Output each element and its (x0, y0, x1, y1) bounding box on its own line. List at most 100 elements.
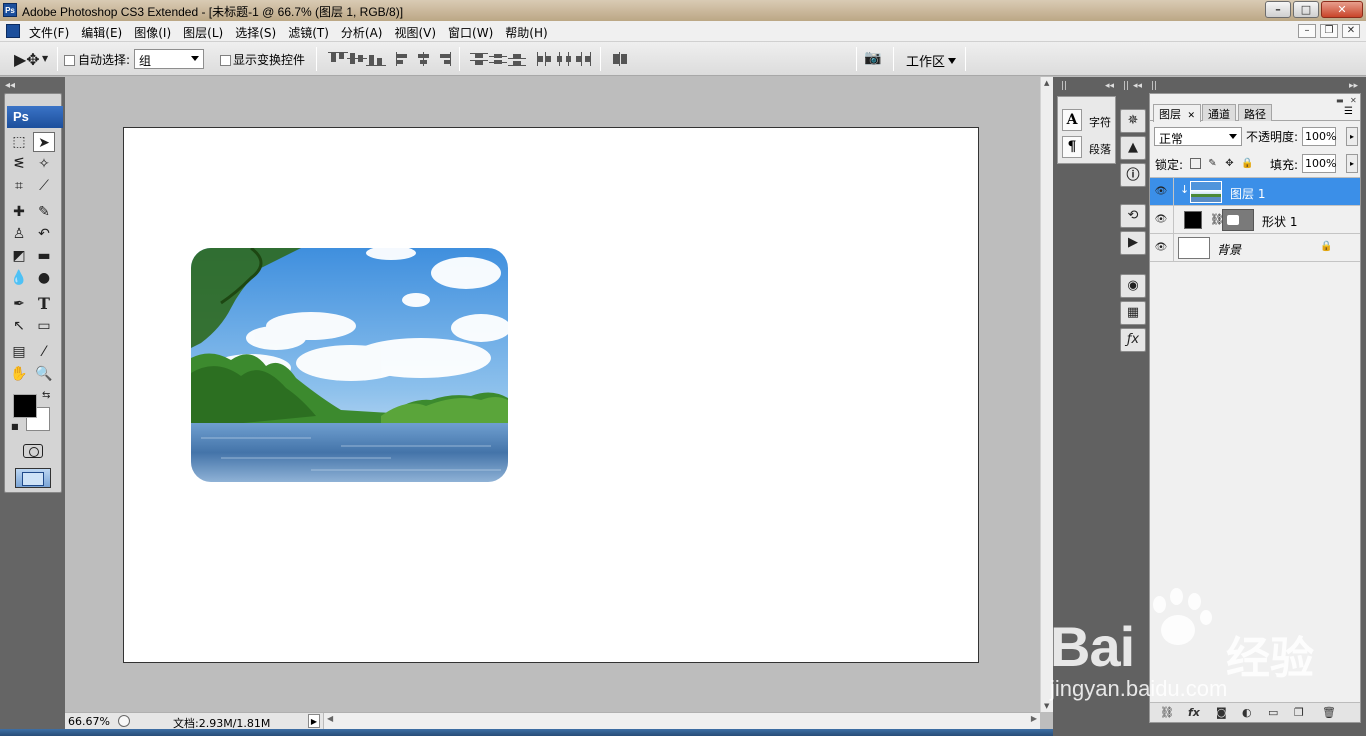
marquee-icon[interactable]: ⬚ (8, 132, 30, 152)
panel-menu-icon[interactable]: ☰ (1344, 106, 1353, 117)
align-top-icon[interactable] (328, 52, 348, 66)
menu-select[interactable]: 选择(S) (235, 24, 276, 41)
layer-row-layer1[interactable]: 👁 ↓ 图层 1 (1150, 178, 1360, 206)
scroll-up-icon[interactable]: ▲ (1044, 79, 1049, 87)
vertical-scrollbar[interactable]: ▲ ▼ (1040, 77, 1053, 712)
align-hcenter-icon[interactable] (414, 52, 434, 66)
new-layer-icon[interactable]: ❐ (1294, 706, 1304, 719)
slice-icon[interactable]: ⟋ (33, 176, 55, 196)
fill-field[interactable]: 100% (1302, 154, 1336, 173)
swap-colors-icon[interactable]: ⇆ (42, 390, 50, 401)
quick-mask-button[interactable] (23, 444, 43, 458)
align-bottom-icon[interactable] (366, 52, 386, 66)
opacity-slider-button[interactable]: ▸ (1346, 127, 1358, 146)
close-button[interactable]: ✕ (1321, 1, 1363, 18)
layer-name[interactable]: 形状 1 (1262, 213, 1297, 230)
minimize-button[interactable]: – (1265, 1, 1291, 18)
distribute-top-icon[interactable] (470, 52, 490, 66)
pen-icon[interactable]: ✒ (8, 294, 30, 314)
styles-icon[interactable]: ▦ (1120, 301, 1146, 325)
menu-window[interactable]: 窗口(W) (448, 24, 493, 41)
group-icon[interactable]: ▭ (1268, 706, 1278, 719)
workspace-menu[interactable]: 工作区 (906, 51, 957, 70)
menu-edit[interactable]: 编辑(E) (81, 24, 122, 41)
scroll-left-icon[interactable]: ◀ (327, 714, 333, 723)
character-panel-button[interactable]: A 字符 (1060, 108, 1115, 132)
info-icon[interactable]: ⓘ (1120, 163, 1146, 187)
expand-arrows-icon[interactable]: ▸▸ (1349, 81, 1358, 91)
zoom-icon[interactable]: 🔍 (33, 364, 55, 384)
distribute-hcenter-icon[interactable] (555, 52, 575, 66)
status-menu-arrow-icon[interactable]: ▶ (308, 714, 320, 728)
paragraph-panel-button[interactable]: ¶ 段落 (1060, 135, 1115, 159)
doc-minimize-button[interactable]: – (1298, 24, 1316, 38)
screen-mode-button[interactable] (15, 468, 51, 488)
doc-restore-button[interactable]: ❐ (1320, 24, 1338, 38)
horizontal-scrollbar[interactable]: ◀ ▶ (323, 713, 1040, 729)
zoom-options-icon[interactable] (118, 715, 130, 727)
layer-photo-river[interactable] (191, 248, 508, 482)
eraser-icon[interactable]: ◩ (8, 246, 30, 266)
lock-all-icon[interactable]: 🔒 (1241, 158, 1253, 169)
foreground-color-swatch-top[interactable] (13, 394, 37, 418)
visibility-eye-icon[interactable]: 👁 (1153, 211, 1169, 228)
brush-icon[interactable]: ✎ (33, 202, 55, 222)
layer-name[interactable]: 背景 (1217, 241, 1241, 258)
move-tool-preset-icon[interactable]: ▶✥ (14, 50, 40, 69)
chevron-down-icon[interactable]: ▼ (42, 54, 48, 63)
type-icon[interactable]: T (33, 294, 55, 314)
close-icon[interactable]: ✕ (1188, 111, 1196, 121)
fx-icon[interactable]: fx (1188, 706, 1200, 719)
clone-stamp-icon[interactable]: ♙ (8, 224, 30, 244)
tab-paths[interactable]: 路径 (1238, 104, 1272, 121)
layer-name[interactable]: 图层 1 (1230, 185, 1265, 202)
dock-grip-icon[interactable]: || (1061, 81, 1067, 91)
visibility-eye-icon[interactable]: 👁 (1153, 239, 1169, 256)
hand-icon[interactable]: ✋ (8, 364, 30, 384)
swatches-icon[interactable]: ◉ (1120, 274, 1146, 298)
menu-layer[interactable]: 图层(L) (183, 24, 223, 41)
collapse-arrows-icon[interactable]: ◂◂ (1105, 81, 1114, 91)
menu-image[interactable]: 图像(I) (134, 24, 171, 41)
histogram-icon[interactable]: ▲ (1120, 136, 1146, 160)
lock-transparency-icon[interactable] (1190, 158, 1201, 169)
auto-align-layers-icon[interactable] (611, 52, 631, 66)
shape-icon[interactable]: ▭ (33, 316, 55, 336)
blur-icon[interactable]: 💧 (8, 268, 30, 288)
scroll-down-icon[interactable]: ▼ (1044, 702, 1049, 710)
auto-select-checkbox[interactable] (64, 55, 75, 66)
lock-position-icon[interactable]: ✥ (1224, 158, 1235, 169)
distribute-right-icon[interactable] (574, 52, 594, 66)
distribute-left-icon[interactable] (536, 52, 556, 66)
eyedropper-icon[interactable]: ⁄ (33, 342, 55, 362)
actions-icon[interactable]: ▶ (1120, 231, 1146, 255)
auto-select-dropdown[interactable]: 组 (134, 49, 204, 69)
menu-filter[interactable]: 滤镜(T) (288, 24, 329, 41)
trash-icon[interactable]: 🗑 (1322, 706, 1336, 719)
history-brush-icon[interactable]: ↶ (33, 224, 55, 244)
default-colors-icon[interactable]: ■ (11, 422, 19, 431)
scroll-right-icon[interactable]: ▶ (1031, 714, 1037, 723)
crop-icon[interactable]: ⌗ (8, 176, 30, 196)
menu-view[interactable]: 视图(V) (394, 24, 436, 41)
visibility-eye-icon[interactable]: 👁 (1153, 183, 1169, 200)
zoom-level[interactable]: 66.67% (68, 715, 110, 728)
tab-layers[interactable]: 图层 ✕ (1153, 104, 1202, 122)
layer-row-background[interactable]: 👁 背景 🔒 (1150, 234, 1360, 262)
doc-close-button[interactable]: ✕ (1342, 24, 1360, 38)
path-select-icon[interactable]: ↖ (8, 316, 30, 336)
layer-comps-icon[interactable]: ƒx (1120, 328, 1146, 352)
distribute-bottom-icon[interactable] (508, 52, 528, 66)
mask-icon[interactable]: ◙ (1216, 706, 1227, 719)
menu-file[interactable]: 文件(F) (29, 24, 69, 41)
move-icon[interactable]: ➤ (33, 132, 55, 152)
link-icon[interactable]: ⛓ (1160, 706, 1174, 719)
maximize-button[interactable]: □ (1293, 1, 1319, 18)
align-vcenter-icon[interactable] (347, 52, 367, 66)
menu-help[interactable]: 帮助(H) (505, 24, 547, 41)
navigator-icon[interactable]: ✵ (1120, 109, 1146, 133)
dock-grip-icon[interactable]: || (1151, 81, 1157, 91)
tab-channels[interactable]: 通道 (1202, 104, 1236, 121)
fill-color-thumbnail[interactable] (1184, 211, 1202, 229)
magic-wand-icon[interactable]: ✧ (33, 154, 55, 174)
